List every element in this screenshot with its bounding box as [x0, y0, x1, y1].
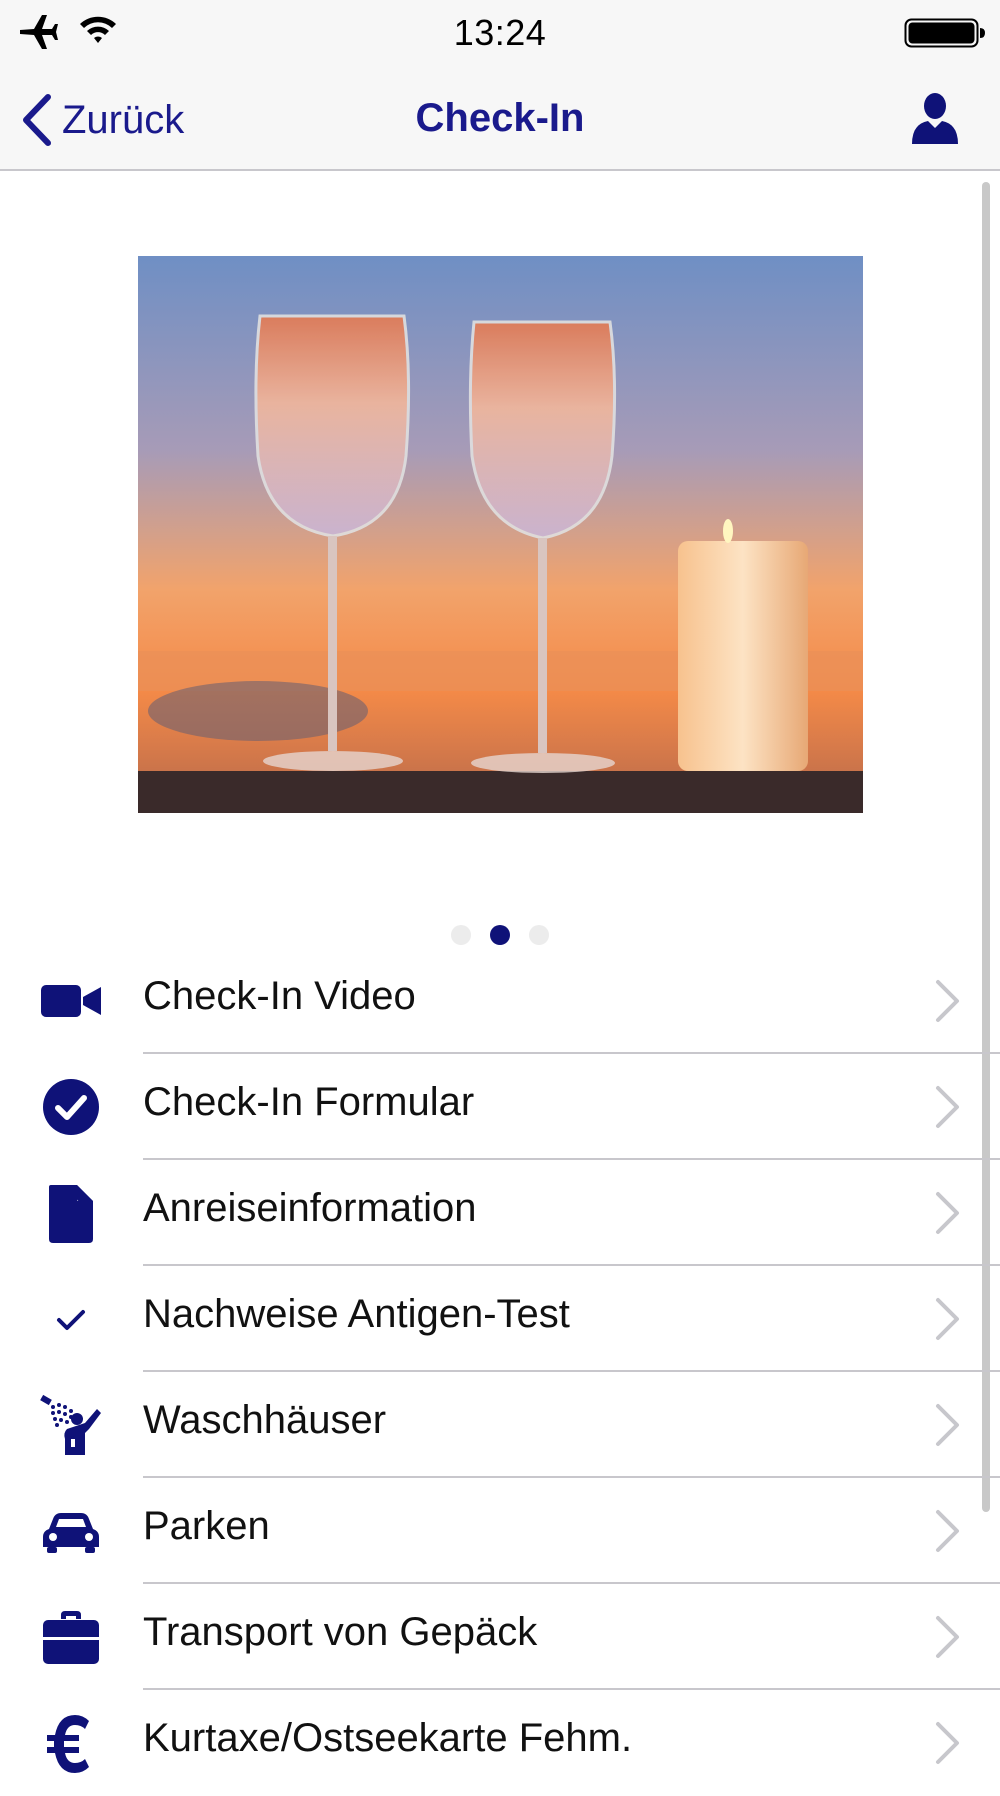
car-icon — [36, 1498, 106, 1564]
list-item-check-in-video[interactable]: Check-In Video — [0, 948, 1000, 1054]
chevron-right-icon — [936, 1616, 959, 1658]
list-item-transport-von-gepaeck[interactable]: Transport von Gepäck — [0, 1584, 1000, 1690]
page-title: Check-In — [415, 96, 585, 140]
list-item-label: Nachweise Antigen-Test — [143, 1292, 570, 1336]
person-icon[interactable] — [908, 90, 962, 146]
check-circle-icon — [36, 1074, 106, 1140]
chevron-right-icon — [936, 980, 959, 1022]
list-item-label: Waschhäuser — [143, 1398, 387, 1442]
chevron-right-icon — [936, 1192, 959, 1234]
list-item-label: Kurtaxe/Ostseekarte Fehm. — [143, 1716, 633, 1760]
list-item-label: Check-In Video — [143, 974, 416, 1018]
list-item-check-in-formular[interactable]: Check-In Formular — [0, 1054, 1000, 1160]
list-item-kurtaxe[interactable]: Kurtaxe/Ostseekarte Fehm. — [0, 1690, 1000, 1796]
status-time: 13:24 — [453, 12, 547, 53]
page-dot-2[interactable] — [490, 925, 510, 945]
euro-icon — [36, 1710, 106, 1776]
carousel-image[interactable] — [138, 256, 863, 813]
shower-icon — [36, 1392, 106, 1458]
list-item-nachweise-antigen-test[interactable]: Nachweise Antigen-Test — [0, 1266, 1000, 1372]
page-dot-3[interactable] — [529, 925, 549, 945]
checkmark-icon — [36, 1286, 106, 1352]
status-bar: 13:24 — [0, 0, 1000, 70]
list-item-label: Anreiseinformation — [143, 1186, 477, 1230]
chevron-right-icon — [936, 1722, 959, 1764]
chevron-right-icon — [936, 1086, 959, 1128]
list-item-anreiseinformation[interactable]: Anreiseinformation — [0, 1160, 1000, 1266]
document-icon — [36, 1180, 106, 1246]
chevron-right-icon — [936, 1298, 959, 1340]
briefcase-icon — [36, 1604, 106, 1670]
list-item-parken[interactable]: Parken — [0, 1478, 1000, 1584]
list-item-label: Parken — [143, 1504, 270, 1548]
chevron-right-icon — [936, 1510, 959, 1552]
list-item-waschhaeuser[interactable]: Waschhäuser — [0, 1372, 1000, 1478]
list-item-label: Check-In Formular — [143, 1080, 475, 1124]
video-camera-icon — [36, 968, 106, 1034]
list-item-label: Transport von Gepäck — [143, 1610, 538, 1654]
battery-icon — [904, 18, 985, 48]
chevron-right-icon — [936, 1404, 959, 1446]
menu-list: Check-In Video Check-In Formular Anreise… — [0, 948, 1000, 1796]
navigation-bar: Zurück Check-In — [0, 70, 1000, 171]
page-dot-1[interactable] — [451, 925, 471, 945]
carousel-page-indicator[interactable] — [0, 925, 1000, 945]
